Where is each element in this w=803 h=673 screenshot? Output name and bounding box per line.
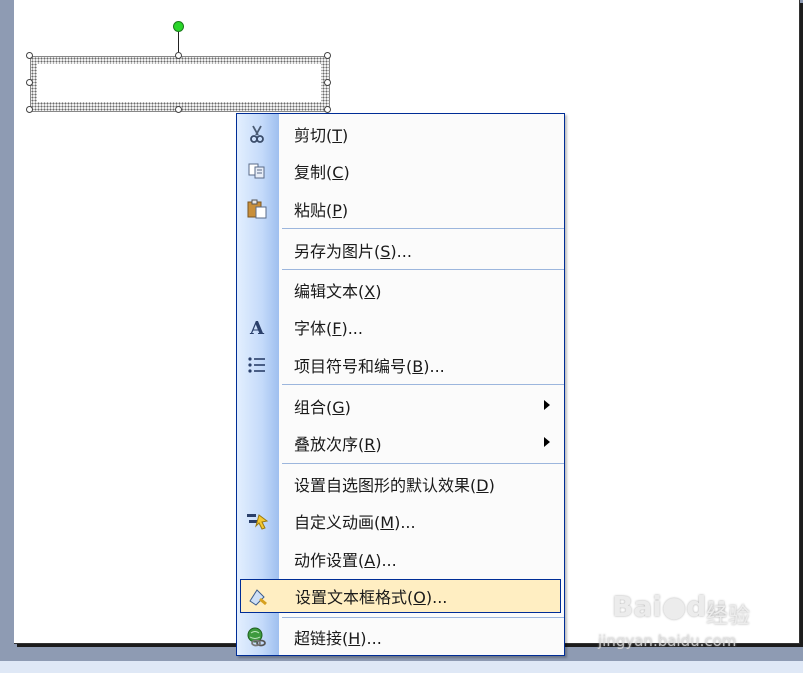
- resize-handle-bottom-left[interactable]: [26, 106, 33, 113]
- context-menu: 剪切(T) 复制(C) 粘贴(P) 另存为图片(S)... 编辑文本(X) A …: [236, 113, 565, 656]
- menu-item-custom-animation[interactable]: 自定义动画(M)...: [237, 504, 564, 538]
- menu-separator: [282, 228, 564, 229]
- menu-separator: [282, 463, 564, 464]
- scissors-icon: [245, 123, 269, 145]
- copy-icon: [245, 160, 269, 182]
- watermark-jingyan: 经验: [706, 604, 751, 629]
- menu-separator: [282, 384, 564, 385]
- rotation-handle-stem: [178, 30, 179, 52]
- bullets-icon: [245, 354, 269, 376]
- menu-item-label: 叠放次序(R): [294, 435, 382, 454]
- menu-item-paste[interactable]: 粘贴(P): [237, 192, 564, 226]
- menu-item-action-settings[interactable]: 动作设置(A)...: [237, 542, 564, 576]
- menu-item-order[interactable]: 叠放次序(R): [237, 426, 564, 460]
- menu-separator: [282, 269, 564, 270]
- menu-item-format-text-box[interactable]: 设置文本框格式(O)...: [240, 579, 561, 613]
- status-bar-strip: [0, 661, 803, 673]
- paste-icon: [245, 198, 269, 220]
- menu-item-copy[interactable]: 复制(C): [237, 154, 564, 188]
- format-textbox-icon: [246, 586, 270, 608]
- menu-item-label: 字体(F)...: [294, 319, 363, 338]
- menu-item-save-as-picture[interactable]: 另存为图片(S)...: [237, 233, 564, 267]
- menu-item-cut[interactable]: 剪切(T): [237, 117, 564, 151]
- menu-item-label: 剪切(T): [294, 126, 349, 145]
- menu-item-label: 复制(C): [294, 163, 350, 182]
- menu-item-font[interactable]: A 字体(F)...: [237, 310, 564, 344]
- resize-handle-middle-right[interactable]: [324, 79, 331, 86]
- menu-item-edit-text[interactable]: 编辑文本(X): [237, 273, 564, 307]
- text-box-content-area[interactable]: [37, 64, 321, 102]
- menu-item-group[interactable]: 组合(G): [237, 389, 564, 423]
- resize-handle-middle-left[interactable]: [26, 79, 33, 86]
- menu-item-label: 组合(G): [294, 398, 351, 417]
- font-icon: A: [245, 316, 269, 338]
- menu-item-hyperlink[interactable]: 超链接(H)...: [237, 620, 564, 654]
- svg-text:A: A: [249, 318, 265, 337]
- menu-item-label: 设置文本框格式(O)...: [295, 588, 448, 607]
- menu-item-set-autoshape-defaults[interactable]: 设置自选图形的默认效果(D): [237, 467, 564, 501]
- resize-handle-top-center[interactable]: [175, 52, 182, 59]
- menu-item-label: 编辑文本(X): [294, 282, 382, 301]
- submenu-arrow-icon: [544, 437, 550, 447]
- menu-item-label: 另存为图片(S)...: [294, 242, 412, 261]
- rotation-handle[interactable]: [173, 21, 184, 32]
- menu-separator: [282, 617, 564, 618]
- menu-item-label: 设置自选图形的默认效果(D): [294, 476, 495, 495]
- menu-item-label: 粘贴(P): [294, 201, 349, 220]
- submenu-arrow-icon: [544, 400, 550, 410]
- baidu-jingyan-watermark: Bai●du 经验 jingyan.baidu.com: [598, 590, 798, 660]
- custom-animation-icon: [245, 510, 269, 532]
- hyperlink-icon: [245, 626, 269, 648]
- menu-item-label: 项目符号和编号(B)...: [294, 357, 445, 376]
- resize-handle-bottom-right[interactable]: [324, 106, 331, 113]
- menu-item-label: 动作设置(A)...: [294, 551, 397, 570]
- menu-item-bullets-numbering[interactable]: 项目符号和编号(B)...: [237, 348, 564, 382]
- paw-icon: ●: [661, 590, 687, 623]
- menu-item-label: 自定义动画(M)...: [294, 513, 416, 532]
- watermark-url: jingyan.baidu.com: [598, 632, 737, 650]
- menu-item-label: 超链接(H)...: [294, 629, 382, 648]
- resize-handle-top-left[interactable]: [26, 52, 33, 59]
- resize-handle-top-right[interactable]: [324, 52, 331, 59]
- resize-handle-bottom-center[interactable]: [175, 106, 182, 113]
